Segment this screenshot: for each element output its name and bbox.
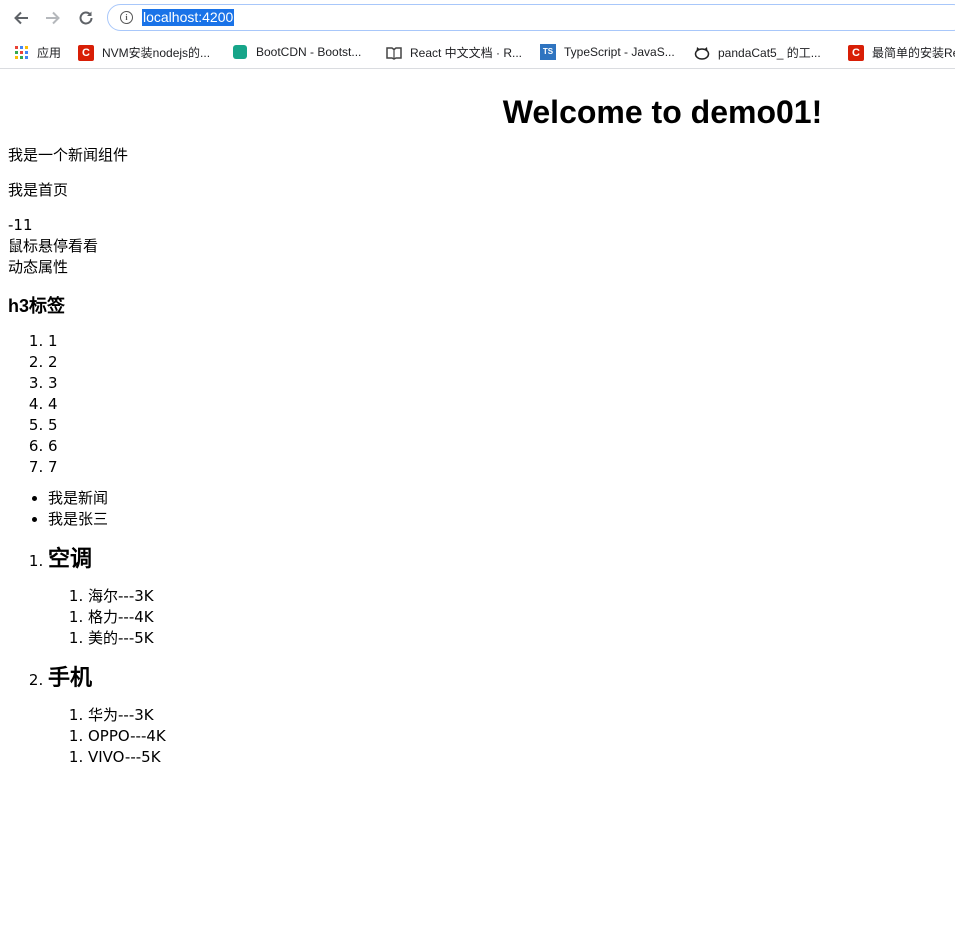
list-item: 美的---5K: [88, 628, 947, 649]
list-item: OPPO---4K: [88, 726, 947, 747]
info-block: -11 鼠标悬停看看 动态属性: [8, 215, 947, 278]
list-item: 7: [48, 457, 947, 478]
book-icon: [386, 45, 402, 61]
forward-button[interactable]: [43, 8, 63, 28]
bookmark-label: pandaCat5_ 的工...: [718, 46, 821, 60]
list-item: 海尔---3K: [88, 586, 947, 607]
bullet-list: 我是新闻 我是张三: [8, 488, 947, 530]
bookmark-label: 最简单的安装Re: [872, 46, 955, 60]
bookmark-label: BootCDN - Bootst...: [256, 45, 362, 59]
bookmark-nvm[interactable]: C NVM安装nodejs的...: [78, 44, 210, 61]
number-list: 1 2 3 4 5 6 7: [8, 331, 947, 478]
back-button[interactable]: [11, 8, 31, 28]
category-item: 空调 海尔---3K 格力---4K 美的---5K: [48, 546, 947, 649]
category-title: 手机: [48, 665, 93, 690]
list-item: 我是张三: [48, 509, 947, 530]
bookmark-install-react[interactable]: C 最简单的安装Re: [848, 44, 955, 61]
category-title: 空调: [48, 546, 93, 571]
number-value: -11: [8, 216, 33, 234]
address-bar[interactable]: i localhost:4200: [107, 4, 955, 31]
bookmarks-bar: 应用 C NVM安装nodejs的... BootCDN - Bootst...…: [0, 36, 955, 69]
list-item: 格力---4K: [88, 607, 947, 628]
url-text[interactable]: localhost:4200: [142, 9, 235, 26]
bookmark-react[interactable]: React 中文文档 · R...: [386, 44, 522, 61]
category-list: 空调 海尔---3K 格力---4K 美的---5K 手机 华为---3K OP…: [8, 546, 947, 768]
list-item: 6: [48, 436, 947, 457]
bootcdn-icon: [232, 44, 248, 60]
bookmark-bootcdn[interactable]: BootCDN - Bootst...: [232, 44, 361, 60]
bookmark-label: TypeScript - JavaS...: [564, 45, 675, 59]
typescript-icon: TS: [540, 44, 556, 60]
bookmark-label: NVM安装nodejs的...: [102, 46, 211, 60]
list-item: 5: [48, 415, 947, 436]
apps-grid-icon: [13, 45, 29, 61]
list-item: 3: [48, 373, 947, 394]
list-item: 4: [48, 394, 947, 415]
list-item: 1: [48, 331, 947, 352]
list-item: 我是新闻: [48, 488, 947, 509]
list-item: VIVO---5K: [88, 747, 947, 768]
reload-button[interactable]: [76, 8, 96, 28]
news-component-text: 我是一个新闻组件: [8, 146, 129, 164]
info-icon[interactable]: i: [120, 11, 133, 24]
github-cat-icon: [694, 45, 710, 61]
arrow-left-icon: [14, 11, 28, 25]
category-item: 手机 华为---3K OPPO---4K VIVO---5K: [48, 665, 947, 768]
h3-heading: h3标签: [8, 296, 66, 316]
csdn-icon: C: [78, 44, 94, 61]
bookmark-apps[interactable]: 应用: [13, 44, 61, 61]
list-item: 华为---3K: [88, 705, 947, 726]
bookmark-pandacat[interactable]: pandaCat5_ 的工...: [694, 44, 821, 61]
csdn-icon: C: [848, 44, 864, 61]
reload-icon: [79, 11, 93, 25]
home-text: 我是首页: [8, 181, 69, 199]
dynamic-attr-text: 动态属性: [8, 258, 69, 276]
list-item: 2: [48, 352, 947, 373]
browser-toolbar: i localhost:4200: [0, 0, 955, 36]
brand-list: 海尔---3K 格力---4K 美的---5K: [48, 586, 947, 649]
bookmark-typescript[interactable]: TS TypeScript - JavaS...: [540, 44, 675, 60]
arrow-right-icon: [46, 11, 60, 25]
bookmark-label: 应用: [37, 46, 62, 60]
page-title: Welcome to demo01!: [502, 94, 823, 130]
brand-list: 华为---3K OPPO---4K VIVO---5K: [48, 705, 947, 768]
page-content: Welcome to demo01! 我是一个新闻组件 我是首页 -11 鼠标悬…: [0, 93, 955, 768]
hover-text: 鼠标悬停看看: [8, 237, 99, 255]
bookmark-label: React 中文文档 · R...: [410, 46, 523, 60]
